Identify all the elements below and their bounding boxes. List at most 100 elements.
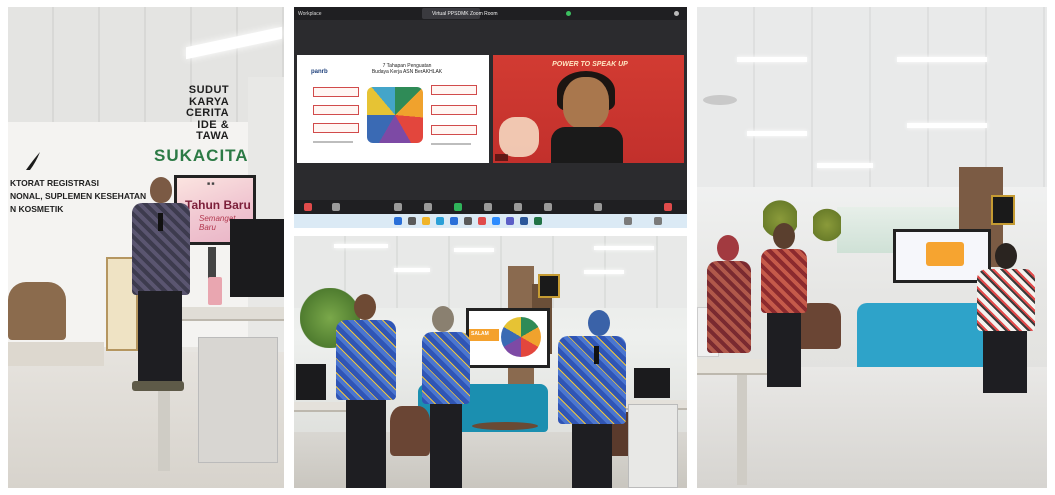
store-icon[interactable]	[464, 217, 472, 225]
leave-icon[interactable]	[664, 203, 672, 211]
start-icon[interactable]	[394, 217, 402, 225]
window-close-icon[interactable]	[674, 11, 679, 16]
explorer-icon[interactable]	[422, 217, 430, 225]
clock-icon[interactable]	[654, 217, 662, 225]
ceiling-light	[747, 131, 807, 136]
presenter-2-head	[432, 306, 454, 332]
air-vent	[703, 95, 737, 105]
excel-icon[interactable]	[534, 217, 542, 225]
mute-icon[interactable]	[304, 203, 312, 211]
microphone-icon	[594, 346, 599, 364]
ceiling-light	[334, 244, 388, 248]
meeting-toolbar	[294, 200, 687, 214]
search-icon[interactable]	[408, 217, 416, 225]
screen-logos: ■ ■	[207, 181, 215, 187]
ceiling	[697, 7, 1047, 187]
shared-slide: panrb 7 Tahapan Penguatan Budaya Kerja A…	[297, 55, 489, 163]
wall-sign-sukacita: SUKACITA	[154, 146, 249, 165]
wall-sign-agency: KTORAT REGISTRASI NONAL, SUPLEMEN KESEHA…	[10, 178, 147, 214]
wall-plaque	[991, 195, 1015, 225]
tumbler	[208, 277, 222, 305]
slide-step-box	[313, 87, 359, 97]
presenter-legs	[983, 331, 1027, 393]
presenter-3-legs	[572, 424, 612, 488]
desk-monitor	[296, 364, 326, 400]
slide-step-box	[431, 85, 477, 95]
slide-text-line	[431, 143, 471, 145]
presenter-1-shirt	[336, 320, 396, 400]
slide-title: 7 Tahapan Penguatan Budaya Kerja ASN Ber…	[371, 63, 443, 75]
apps-icon[interactable]	[544, 203, 552, 211]
ceiling-light	[907, 123, 987, 128]
slide-diagram	[367, 87, 423, 143]
photo-panel-office-session	[697, 7, 1047, 488]
zoom-icon[interactable]	[492, 217, 500, 225]
attendee-1-head	[717, 235, 739, 261]
participant-face	[563, 77, 609, 129]
attendee-2-shirt	[761, 249, 807, 313]
zoom-title-bar: Workplace Virtual PPSDMK Zoom Room	[294, 7, 687, 20]
photo-panel-video-call: Workplace Virtual PPSDMK Zoom Room panrb…	[294, 7, 687, 228]
speaker-head	[150, 177, 172, 203]
slide-text-line	[313, 141, 353, 143]
desk-leg	[737, 375, 747, 485]
presenter-1-head	[354, 294, 376, 320]
screen-content	[926, 242, 964, 266]
teams-icon[interactable]	[506, 217, 514, 225]
armchair	[8, 282, 66, 340]
slide-step-box	[431, 125, 477, 135]
lounge-chair	[390, 406, 430, 456]
presentation-screen	[893, 229, 991, 283]
screen-banner: SALAM	[469, 329, 499, 341]
presenter-2-legs	[430, 404, 462, 488]
ceiling-light	[594, 246, 654, 250]
ceiling-light	[817, 163, 873, 168]
presenter-1-legs	[346, 400, 386, 488]
status-dot-icon	[566, 11, 571, 16]
photo-panel-presenters: SALAM	[294, 236, 687, 488]
more-icon[interactable]	[594, 203, 602, 211]
video-icon[interactable]	[332, 203, 340, 211]
desk-monitor	[230, 219, 284, 297]
app-label: Workplace	[298, 11, 322, 17]
desk-monitor	[634, 368, 670, 398]
mail-icon[interactable]	[450, 217, 458, 225]
browser-icon[interactable]	[436, 217, 444, 225]
reactions-icon[interactable]	[514, 203, 522, 211]
slide-brand: panrb	[311, 69, 328, 75]
participant-name-tag	[495, 154, 508, 161]
os-taskbar	[294, 214, 687, 228]
slide-step-box	[313, 105, 359, 115]
presenter-blouse	[977, 269, 1035, 331]
agency-logo-icon	[26, 152, 40, 170]
coffee-table	[472, 422, 538, 430]
ceiling-light	[584, 270, 624, 274]
photo-panel-speaker: KTORAT REGISTRASI NONAL, SUPLEMEN KESEHA…	[8, 7, 284, 488]
participants-icon[interactable]	[394, 203, 402, 211]
ceiling	[8, 7, 284, 127]
decorative-plant	[813, 207, 841, 243]
wall-sign-corner: SUDUT KARYA CERITA IDE & TAWA	[186, 84, 230, 143]
share-icon[interactable]	[454, 203, 462, 211]
word-icon[interactable]	[520, 217, 528, 225]
ceiling-light	[897, 57, 987, 62]
rug	[8, 342, 104, 366]
desk	[697, 359, 771, 375]
presenter-2-shirt	[422, 332, 470, 404]
chrome-icon[interactable]	[478, 217, 486, 225]
tray-icon[interactable]	[624, 217, 632, 225]
slide-step-box	[313, 123, 359, 133]
microphone-icon	[158, 213, 163, 231]
presenter-3-shirt	[558, 336, 626, 424]
ceiling-light	[454, 248, 494, 252]
screen-diagram	[501, 317, 541, 357]
background-illustration	[499, 117, 539, 157]
speaker-shoes	[132, 381, 184, 391]
screen-title: Tahun Baru	[185, 198, 251, 212]
chat-icon[interactable]	[424, 203, 432, 211]
ceiling-light	[394, 268, 430, 272]
record-icon[interactable]	[484, 203, 492, 211]
ceiling-light	[737, 57, 807, 62]
slide-step-box	[431, 105, 477, 115]
participant-video-tile[interactable]: POWER TO SPEAK UP	[493, 55, 684, 163]
